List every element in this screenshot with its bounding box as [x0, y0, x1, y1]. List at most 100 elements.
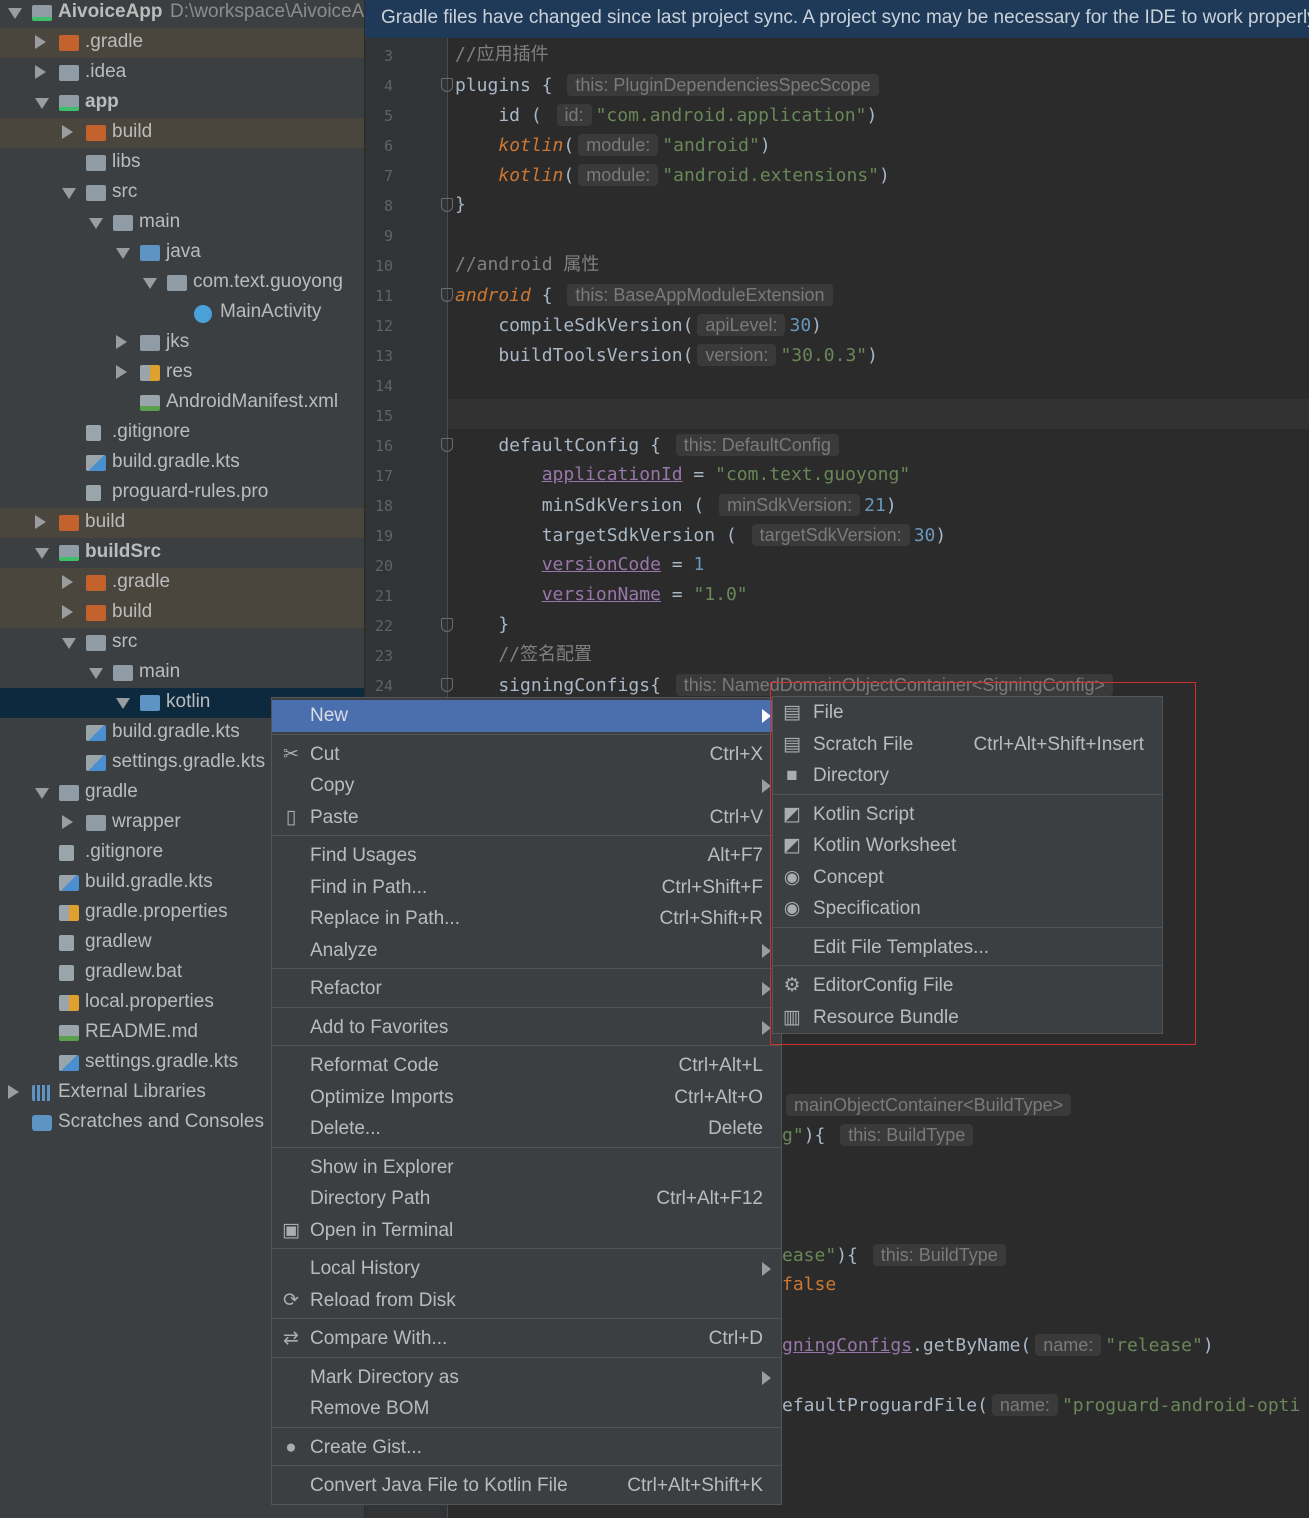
menu-item-local-history[interactable]: Local History [272, 1253, 781, 1285]
fold-marker-icon[interactable] [441, 618, 453, 632]
fold-marker-icon[interactable] [441, 438, 453, 452]
tree-item[interactable]: java [0, 238, 364, 268]
menu-item-copy[interactable]: Copy [272, 770, 781, 802]
menu-item-directory-path[interactable]: Directory Path Ctrl+Alt+F12 [272, 1183, 781, 1215]
folder-icon [86, 155, 106, 171]
chevron-down-icon[interactable] [89, 218, 103, 229]
fold-marker-icon[interactable] [441, 288, 453, 302]
chevron-right-icon[interactable] [116, 335, 127, 349]
menu-item-label: Reformat Code [310, 1055, 439, 1076]
chevron-down-icon[interactable] [62, 188, 76, 199]
tree-item[interactable]: main [0, 658, 364, 688]
chevron-right-icon[interactable] [62, 815, 73, 829]
chevron-right-icon[interactable] [116, 365, 127, 379]
fold-marker-icon[interactable] [441, 198, 453, 212]
chevron-down-icon[interactable] [35, 98, 49, 109]
tree-item[interactable]: AndroidManifest.xml [0, 388, 364, 418]
tree-item[interactable]: app [0, 88, 364, 118]
tree-item[interactable]: .gradle [0, 28, 364, 58]
chevron-down-icon[interactable] [62, 638, 76, 649]
chevron-right-icon[interactable] [35, 515, 46, 529]
menu-item-reload-from-disk[interactable]: ⟳ Reload from Disk [272, 1285, 781, 1317]
menu-item-directory[interactable]: ■ Directory [773, 760, 1162, 792]
chevron-down-icon[interactable] [8, 8, 22, 19]
chevron-right-icon[interactable] [62, 575, 73, 589]
tree-item[interactable]: build [0, 508, 364, 538]
tree-item[interactable]: src [0, 628, 364, 658]
chevron-down-icon[interactable] [143, 278, 157, 289]
menu-item-kotlin-script[interactable]: ◩ Kotlin Script [773, 799, 1162, 831]
gear-icon: ⚙ [783, 975, 801, 996]
fold-marker-icon[interactable] [441, 78, 453, 92]
menu-item-find-usages[interactable]: Find Usages Alt+F7 [272, 840, 781, 872]
code-line: g"){ this: BuildType [782, 1120, 977, 1150]
menu-item-concept[interactable]: ◉ Concept [773, 862, 1162, 894]
tree-item[interactable]: src [0, 178, 364, 208]
menu-item-cut[interactable]: ✂ Cut Ctrl+X [272, 739, 781, 771]
menu-item-label: Analyze [310, 939, 378, 961]
menu-item-mark-directory-as[interactable]: Mark Directory as [272, 1362, 781, 1394]
tree-item[interactable]: .gitignore [0, 418, 364, 448]
menu-item-analyze[interactable]: Analyze [272, 935, 781, 967]
menu-item-resource-bundle[interactable]: ▥ Resource Bundle [773, 1002, 1162, 1034]
menu-item-paste[interactable]: ▯ Paste Ctrl+V [272, 802, 781, 834]
menu-item-create-gist[interactable]: ● Create Gist... [272, 1432, 781, 1464]
menu-item-scratch-file[interactable]: ▤ Scratch File Ctrl+Alt+Shift+Insert [773, 729, 1162, 761]
menu-item-show-in-explorer[interactable]: Show in Explorer [272, 1152, 781, 1184]
code-line: } [455, 610, 509, 640]
tree-item[interactable]: .idea [0, 58, 364, 88]
chevron-down-icon[interactable] [35, 548, 49, 559]
tree-item[interactable]: MainActivity [0, 298, 364, 328]
code-token: 30 [913, 525, 936, 546]
tree-item[interactable]: jks [0, 328, 364, 358]
chevron-down-icon[interactable] [89, 668, 103, 679]
chevron-down-icon[interactable] [35, 788, 49, 799]
menu-item-edit-file-templates[interactable]: Edit File Templates... [773, 932, 1162, 964]
menu-item-editorconfig-file[interactable]: ⚙ EditorConfig File [773, 970, 1162, 1002]
menu-item-optimize-imports[interactable]: Optimize Imports Ctrl+Alt+O [272, 1082, 781, 1114]
chevron-down-icon[interactable] [116, 698, 130, 709]
tree-item[interactable]: build.gradle.kts [0, 448, 364, 478]
menu-item-new[interactable]: New [272, 700, 781, 732]
chevron-down-icon[interactable] [116, 248, 130, 259]
menu-item-convert-java-file-to-kotlin-file[interactable]: Convert Java File to Kotlin File Ctrl+Alt… [272, 1470, 781, 1502]
tree-item[interactable]: proguard-rules.pro [0, 478, 364, 508]
chevron-right-icon[interactable] [62, 605, 73, 619]
kts-icon [86, 755, 106, 771]
tree-item[interactable]: AivoiceApp D:\workspace\AivoiceApp [0, 0, 364, 28]
menu-item-remove-bom[interactable]: Remove BOM [272, 1393, 781, 1425]
tree-item[interactable]: buildSrc [0, 538, 364, 568]
chevron-right-icon[interactable] [35, 65, 46, 79]
menu-item-kotlin-worksheet[interactable]: ◩ Kotlin Worksheet [773, 830, 1162, 862]
tree-item[interactable]: main [0, 208, 364, 238]
manifest-icon [59, 1025, 79, 1041]
tree-item[interactable]: build [0, 118, 364, 148]
chevron-right-icon[interactable] [8, 1085, 19, 1099]
menu-item-find-in-path[interactable]: Find in Path... Ctrl+Shift+F [272, 872, 781, 904]
menu-item-add-to-favorites[interactable]: Add to Favorites [272, 1012, 781, 1044]
tree-item[interactable]: build [0, 598, 364, 628]
code-token: ) [879, 165, 890, 186]
menu-item-refactor[interactable]: Refactor [272, 973, 781, 1005]
manifest-icon [140, 395, 160, 411]
new-submenu[interactable]: ▤ File ▤ Scratch File Ctrl+Alt+Shift+Insert ■… [772, 696, 1163, 1034]
chevron-right-icon[interactable] [62, 125, 73, 139]
tree-item[interactable]: .gradle [0, 568, 364, 598]
menu-item-compare-with[interactable]: ⇄ Compare With... Ctrl+D [272, 1323, 781, 1355]
tree-item[interactable]: com.text.guoyong [0, 268, 364, 298]
menu-item-specification[interactable]: ◉ Specification [773, 893, 1162, 925]
menu-item-delete[interactable]: Delete... Delete [272, 1113, 781, 1145]
menu-item-replace-in-path[interactable]: Replace in Path... Ctrl+Shift+R [272, 903, 781, 935]
code-token: defaultConfig { [455, 435, 672, 456]
tree-item[interactable]: res [0, 358, 364, 388]
context-menu[interactable]: New ✂ Cut Ctrl+X Copy ▯ Paste Ctrl+V Find Usages… [271, 697, 782, 1505]
menu-item-file[interactable]: ▤ File [773, 697, 1162, 729]
menu-item-label: Find Usages [310, 845, 417, 866]
chevron-right-icon[interactable] [35, 35, 46, 49]
menu-item-label: Convert Java File to Kotlin File [310, 1475, 568, 1496]
tree-item[interactable]: libs [0, 148, 364, 178]
menu-item-open-in-terminal[interactable]: ▣ Open in Terminal [272, 1215, 781, 1247]
line-number: 22 [374, 617, 393, 635]
fold-marker-icon[interactable] [441, 678, 453, 692]
menu-item-reformat-code[interactable]: Reformat Code Ctrl+Alt+L [272, 1050, 781, 1082]
